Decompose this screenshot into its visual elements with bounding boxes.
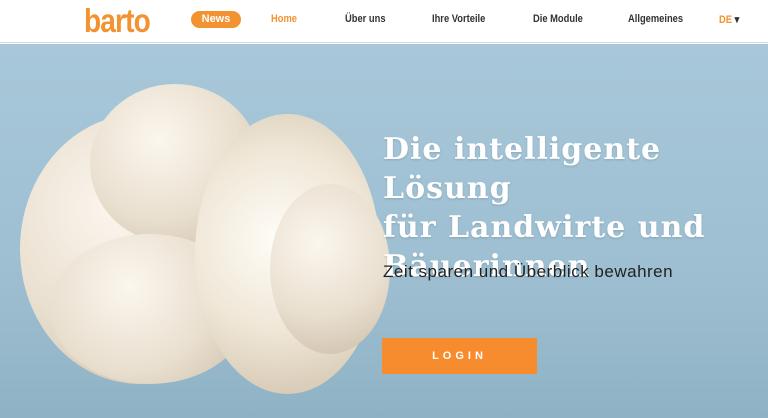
caret-down-icon: ▾ xyxy=(734,14,740,26)
hero-section: Die intelligente Lösung für Landwirte un… xyxy=(0,44,768,418)
language-label: DE xyxy=(719,14,732,26)
top-navigation: barto News Home Über uns Ihre Vorteile D… xyxy=(0,0,768,43)
nav-allgemeines[interactable]: Allgemeines xyxy=(628,13,683,25)
login-button[interactable]: LOGIN xyxy=(382,338,537,374)
nav-die-module[interactable]: Die Module xyxy=(533,13,583,25)
nav-ihre-vorteile[interactable]: Ihre Vorteile xyxy=(432,13,485,25)
hero-title-line: Die intelligente Lösung xyxy=(383,132,662,206)
hero-title-line: für Landwirte und xyxy=(383,210,706,245)
hero-subtitle: Zeit sparen und Überblick bewahren xyxy=(383,262,674,281)
nav-home[interactable]: Home xyxy=(271,13,297,25)
language-dropdown[interactable]: DE ▾ xyxy=(719,13,739,26)
barto-logo[interactable]: barto xyxy=(84,2,151,40)
news-button[interactable]: News xyxy=(191,11,241,28)
nav-ueber-uns[interactable]: Über uns xyxy=(345,13,386,25)
